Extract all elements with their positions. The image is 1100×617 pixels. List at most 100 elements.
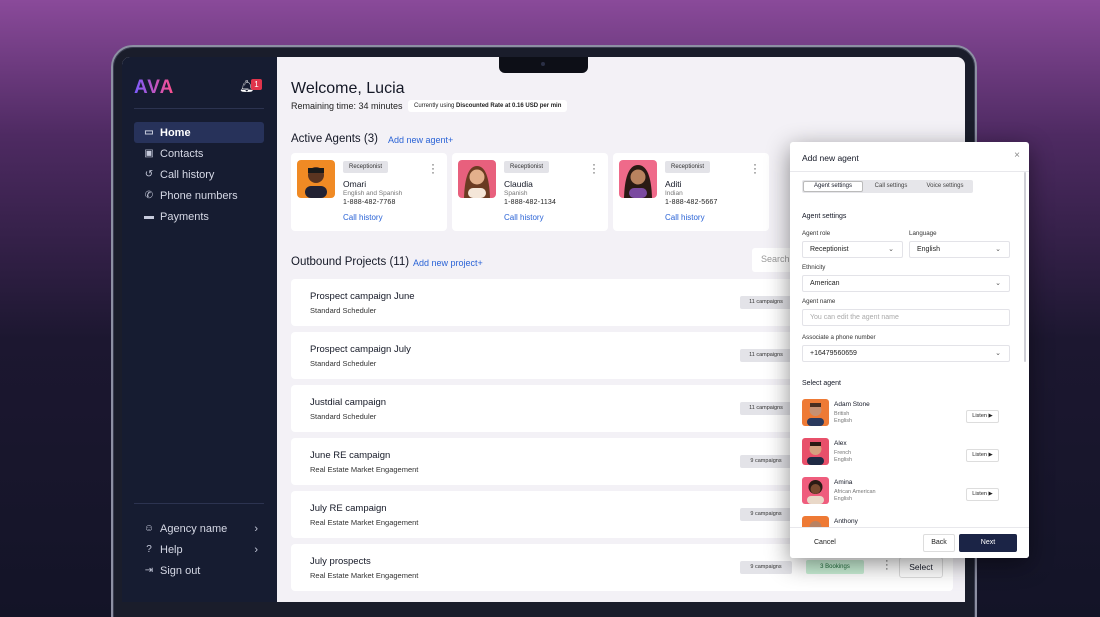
select-button[interactable]: Select xyxy=(899,557,943,578)
sidebar-divider xyxy=(134,503,264,504)
add-agent-modal: Add new agent × Agent settings Call sett… xyxy=(790,142,1029,558)
agent-phone: 1-888-482-1134 xyxy=(504,199,557,206)
agent-phone: 1-888-482-5667 xyxy=(665,199,718,206)
sidebar-item-payments[interactable]: ▬ Payments xyxy=(134,206,264,227)
select-agent-heading: Select agent xyxy=(802,380,841,387)
signout-icon: ⇥ xyxy=(144,565,154,576)
folder-icon: ▭ xyxy=(144,127,154,138)
sidebar-item-label: Call history xyxy=(160,168,215,181)
language-select[interactable]: English ⌄ xyxy=(909,241,1010,258)
listen-button[interactable]: Listen ▶ xyxy=(966,449,999,462)
call-history-link[interactable]: Call history xyxy=(665,213,705,222)
listen-button[interactable]: Listen ▶ xyxy=(966,410,999,423)
sidebar-item-label: Phone numbers xyxy=(160,189,238,202)
modal-footer: Cancel Back Next xyxy=(790,527,1029,558)
sidebar-item-agency[interactable]: ☺ Agency name › xyxy=(134,518,264,539)
history-icon: ↺ xyxy=(144,169,154,180)
user-icon: ☺ xyxy=(143,523,155,534)
notification-badge: 1 xyxy=(251,79,262,90)
projects-section-title: Outbound Projects (11) xyxy=(291,256,410,268)
rate-badge: Currently using Discounted Rate at 0.16 … xyxy=(408,100,568,112)
role-select[interactable]: Receptionist ⌄ xyxy=(802,241,903,258)
voice-agent-name: Adam Stone xyxy=(834,401,870,408)
project-subtitle: Standard Scheduler xyxy=(310,359,377,368)
language-value: English xyxy=(917,246,940,253)
chevron-down-icon: ⌄ xyxy=(995,280,1001,287)
sidebar-item-help[interactable]: ? Help › xyxy=(134,539,264,560)
agent-card[interactable]: Receptionist · · · Claudia Spanish 1-888-4… xyxy=(452,153,608,231)
agent-card[interactable]: Receptionist · · · Aditi Indian 1-888-482-… xyxy=(613,153,769,231)
ethnicity-value: American xyxy=(810,280,840,287)
tab-call-settings[interactable]: Call settings xyxy=(866,181,916,192)
tab-agent-settings[interactable]: Agent settings xyxy=(803,181,863,192)
project-subtitle: Standard Scheduler xyxy=(310,412,377,421)
add-agent-link[interactable]: Add new agent+ xyxy=(388,135,453,145)
sidebar-item-label: Agency name xyxy=(160,522,228,535)
sidebar-item-phone-numbers[interactable]: ✆ Phone numbers xyxy=(134,185,264,206)
next-button[interactable]: Next xyxy=(959,534,1017,552)
bookings-badge: 3 Bookings xyxy=(806,560,864,574)
phone-value: +16479560659 xyxy=(810,350,857,357)
back-button[interactable]: Back xyxy=(923,534,955,552)
agent-name-input[interactable]: You can edit the agent name xyxy=(802,309,1010,326)
agent-language: Indian xyxy=(665,190,683,197)
sidebar-divider xyxy=(134,108,264,109)
call-history-link[interactable]: Call history xyxy=(504,213,544,222)
sidebar-item-call-history[interactable]: ↺ Call history xyxy=(134,164,264,185)
more-options-icon[interactable]: · · · xyxy=(431,158,435,178)
ethnicity-select[interactable]: American ⌄ xyxy=(802,275,1010,292)
rate-prefix: Currently using xyxy=(414,103,457,109)
sidebar-item-label: Help xyxy=(160,543,183,556)
role-badge: Receptionist xyxy=(343,161,389,173)
chevron-down-icon: ⌄ xyxy=(995,246,1001,253)
voice-agent-row[interactable]: Amina African American English Listen ▶ xyxy=(802,477,1007,507)
project-title: July RE campaign xyxy=(310,503,387,514)
agent-name: Omari xyxy=(343,179,367,189)
more-options-icon[interactable]: · · · xyxy=(885,556,889,575)
agent-photo xyxy=(458,160,496,198)
modal-title: Add new agent xyxy=(802,153,859,163)
phone-icon: ✆ xyxy=(144,190,154,201)
agent-avatar xyxy=(802,438,829,465)
agent-language: Spanish xyxy=(504,190,528,197)
agent-avatar xyxy=(802,477,829,504)
agent-card[interactable]: Receptionist · · · Omari English and Spani… xyxy=(291,153,447,231)
card-icon: ▬ xyxy=(144,211,154,222)
agent-language: English and Spanish xyxy=(343,190,403,197)
sidebar-item-label: Payments xyxy=(160,210,209,223)
sidebar-item-sign-out[interactable]: ⇥ Sign out xyxy=(134,560,264,581)
phone-label: Associate a phone number xyxy=(802,334,876,341)
phone-select[interactable]: +16479560659 ⌄ xyxy=(802,345,1010,362)
sidebar-item-label: Sign out xyxy=(160,564,201,577)
scrollbar[interactable] xyxy=(1024,172,1026,362)
voice-agent-accent: French xyxy=(834,450,852,456)
sidebar-item-contacts[interactable]: ▣ Contacts xyxy=(134,143,264,164)
add-project-link[interactable]: Add new project+ xyxy=(413,258,483,268)
cancel-button[interactable]: Cancel xyxy=(814,539,836,546)
tab-voice-settings[interactable]: Voice settings xyxy=(917,181,973,192)
voice-agent-language: English xyxy=(834,496,853,502)
voice-agent-accent: British xyxy=(834,411,850,417)
campaign-count-badge: 11 campaigns xyxy=(740,296,792,309)
ethnicity-label: Ethnicity xyxy=(802,264,826,271)
role-value: Receptionist xyxy=(810,246,849,253)
agent-photo xyxy=(619,160,657,198)
sidebar-item-home[interactable]: ▭ Home xyxy=(134,122,264,143)
agent-name-label: Agent name xyxy=(802,298,836,305)
contacts-icon: ▣ xyxy=(144,148,154,159)
page-title: Welcome, Lucia xyxy=(291,80,405,97)
voice-agent-name: Amina xyxy=(834,479,853,486)
sidebar-item-label: Home xyxy=(160,126,191,139)
section-heading: Agent settings xyxy=(802,213,847,220)
more-options-icon[interactable]: · · · xyxy=(753,158,757,178)
more-options-icon[interactable]: · · · xyxy=(592,158,596,178)
chevron-right-icon: › xyxy=(254,522,258,535)
listen-button[interactable]: Listen ▶ xyxy=(966,488,999,501)
role-badge: Receptionist xyxy=(665,161,711,173)
call-history-link[interactable]: Call history xyxy=(343,213,383,222)
close-icon[interactable]: × xyxy=(1014,150,1020,161)
camera-notch xyxy=(499,57,588,73)
voice-agent-row[interactable]: Alex French English Listen ▶ xyxy=(802,438,1007,468)
agent-name: Claudia xyxy=(504,179,533,189)
voice-agent-row[interactable]: Adam Stone British English Listen ▶ xyxy=(802,399,1007,429)
